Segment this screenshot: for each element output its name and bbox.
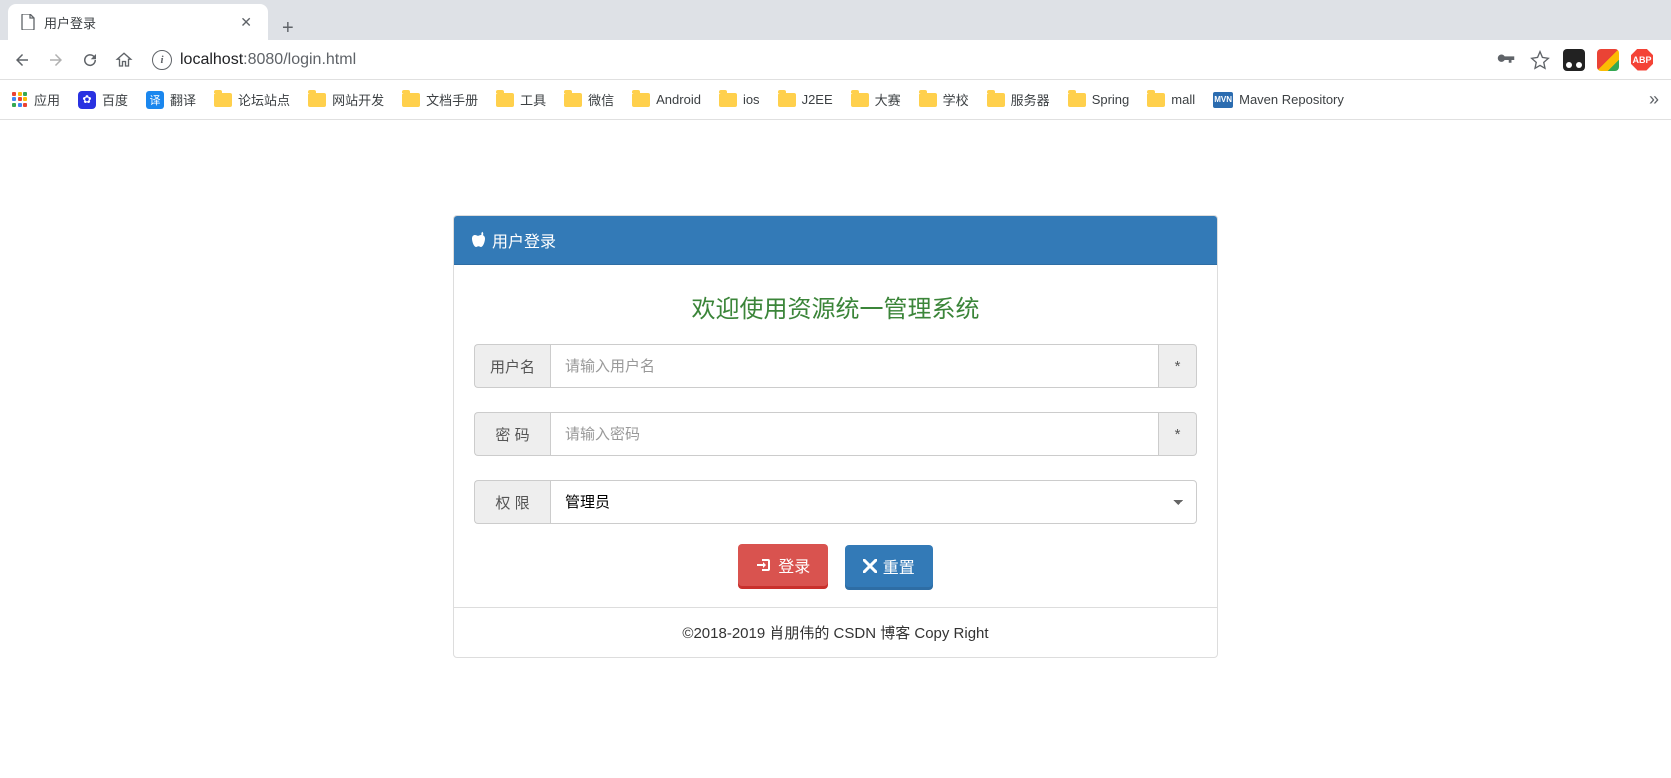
bookmark-server[interactable]: 服务器 (987, 90, 1050, 109)
bookmark-android[interactable]: Android (632, 92, 701, 107)
folder-icon (1147, 93, 1165, 107)
login-label: 登录 (778, 553, 810, 577)
folder-icon (214, 93, 232, 107)
bookmark-tools[interactable]: 工具 (496, 90, 546, 109)
url-text: localhost:8080/login.html (180, 51, 356, 69)
bookmark-wechat[interactable]: 微信 (564, 90, 614, 109)
bookmarks-overflow-icon[interactable]: » (1649, 89, 1659, 110)
welcome-heading: 欢迎使用资源统一管理系统 (474, 289, 1197, 324)
home-button[interactable] (110, 46, 138, 74)
extension-icon-2[interactable] (1597, 49, 1619, 71)
role-label: 权 限 (474, 480, 550, 524)
apple-icon (472, 231, 488, 249)
page-content: 用户登录 欢迎使用资源统一管理系统 用户名 * 密 码 * 权 限 管理员 (0, 120, 1671, 658)
bookmark-translate[interactable]: 译翻译 (146, 90, 196, 109)
bookmark-contest[interactable]: 大赛 (851, 90, 901, 109)
tab-close-icon[interactable]: ✕ (236, 14, 256, 31)
username-input[interactable] (550, 344, 1159, 388)
address-bar[interactable]: i localhost:8080/login.html (144, 50, 1489, 70)
toolbar-right: ABP (1495, 49, 1663, 71)
login-panel: 用户登录 欢迎使用资源统一管理系统 用户名 * 密 码 * 权 限 管理员 (453, 215, 1218, 658)
folder-icon (402, 93, 420, 107)
forward-button[interactable] (42, 46, 70, 74)
apps-icon (12, 92, 28, 108)
extension-icon-1[interactable] (1563, 49, 1585, 71)
folder-icon (987, 93, 1005, 107)
apps-label: 应用 (34, 90, 60, 109)
tab-title: 用户登录 (44, 13, 228, 32)
bookmark-j2ee[interactable]: J2EE (778, 92, 833, 107)
login-icon (756, 557, 772, 573)
close-icon (863, 559, 877, 573)
reload-button[interactable] (76, 46, 104, 74)
folder-icon (632, 93, 650, 107)
adblock-icon[interactable]: ABP (1631, 49, 1653, 71)
folder-icon (564, 93, 582, 107)
new-tab-button[interactable]: + (268, 17, 308, 40)
panel-body: 欢迎使用资源统一管理系统 用户名 * 密 码 * 权 限 管理员 (454, 265, 1217, 607)
apps-shortcut[interactable]: 应用 (12, 90, 60, 109)
bookmark-docs[interactable]: 文档手册 (402, 90, 478, 109)
panel-title: 用户登录 (492, 228, 556, 252)
bookmark-school[interactable]: 学校 (919, 90, 969, 109)
required-mark: * (1159, 344, 1197, 388)
maven-icon: MVN (1213, 92, 1233, 108)
tab-strip: 用户登录 ✕ + (0, 0, 1671, 40)
bookmarks-bar: 应用 ✿百度 译翻译 论坛站点 网站开发 文档手册 工具 微信 Android … (0, 80, 1671, 120)
folder-icon (1068, 93, 1086, 107)
page-icon (20, 14, 36, 30)
browser-tab[interactable]: 用户登录 ✕ (8, 4, 268, 40)
bookmark-spring[interactable]: Spring (1068, 92, 1130, 107)
folder-icon (719, 93, 737, 107)
translate-icon: 译 (146, 91, 164, 109)
panel-footer: ©2018-2019 肖朋伟的 CSDN 博客 Copy Right (454, 607, 1217, 657)
folder-icon (308, 93, 326, 107)
username-label: 用户名 (474, 344, 550, 388)
panel-header: 用户登录 (454, 216, 1217, 265)
key-icon[interactable] (1495, 49, 1517, 71)
site-info-icon[interactable]: i (152, 50, 172, 70)
password-label: 密 码 (474, 412, 550, 456)
role-select[interactable]: 管理员 (550, 480, 1197, 524)
star-icon[interactable] (1529, 49, 1551, 71)
folder-icon (496, 93, 514, 107)
browser-toolbar: i localhost:8080/login.html ABP (0, 40, 1671, 80)
bookmark-ios[interactable]: ios (719, 92, 760, 107)
reset-label: 重置 (883, 554, 915, 578)
username-group: 用户名 * (474, 344, 1197, 388)
password-group: 密 码 * (474, 412, 1197, 456)
bookmark-maven[interactable]: MVNMaven Repository (1213, 92, 1344, 108)
back-button[interactable] (8, 46, 36, 74)
folder-icon (851, 93, 869, 107)
bookmark-mall[interactable]: mall (1147, 92, 1195, 107)
bookmark-forum[interactable]: 论坛站点 (214, 90, 290, 109)
reset-button[interactable]: 重置 (845, 545, 933, 587)
password-input[interactable] (550, 412, 1159, 456)
role-group: 权 限 管理员 (474, 480, 1197, 524)
button-row: 登录 重置 (474, 544, 1197, 587)
bookmark-baidu[interactable]: ✿百度 (78, 90, 128, 109)
folder-icon (778, 93, 796, 107)
required-mark: * (1159, 412, 1197, 456)
baidu-icon: ✿ (78, 91, 96, 109)
bookmark-webdev[interactable]: 网站开发 (308, 90, 384, 109)
folder-icon (919, 93, 937, 107)
login-button[interactable]: 登录 (738, 544, 828, 586)
